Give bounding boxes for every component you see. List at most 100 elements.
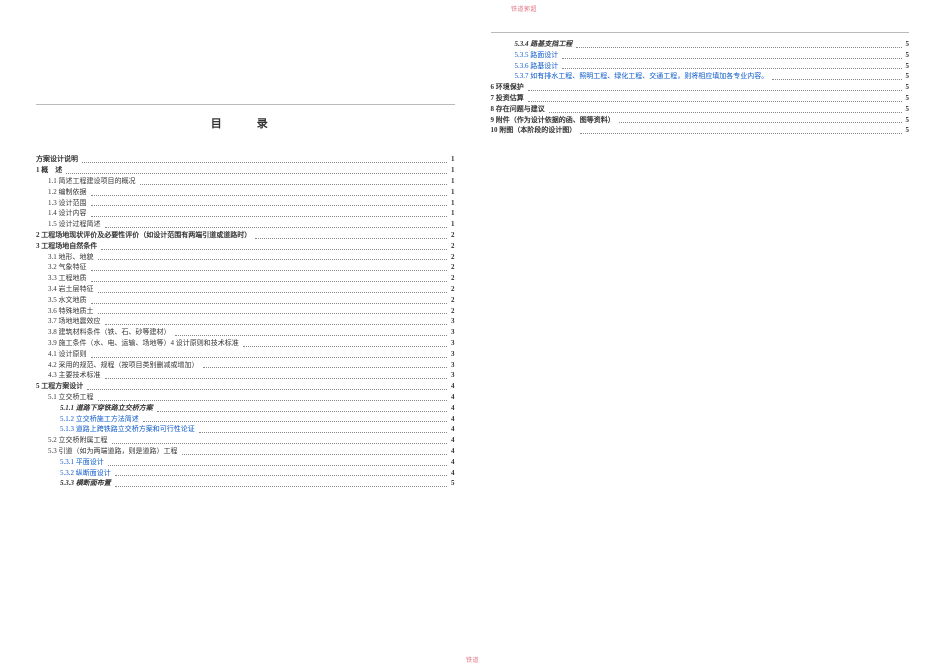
toc-entry: 1.5 设计过程简述 1 <box>36 220 455 230</box>
toc-entry: 5.1.1 道路下穿铁路立交桥方案 4 <box>36 404 455 414</box>
toc-leader-dots <box>91 281 448 282</box>
toc-entry: 1.4 设计内容1 <box>36 209 455 219</box>
toc-entry-page: 1 <box>449 177 455 187</box>
toc-entry: 3.3 工程地质2 <box>36 274 455 284</box>
toc-leader-dots <box>105 227 448 228</box>
toc-entry-label: 5.3.5 路面设计 <box>515 51 559 61</box>
toc-leader-dots <box>528 90 902 91</box>
toc-entry: 5.3.3 横断面布置5 <box>36 479 455 489</box>
toc-entry-page: 2 <box>449 285 455 295</box>
toc-entry: 5 工程方案设计4 <box>36 382 455 392</box>
toc-entry-page: 1 <box>449 199 455 209</box>
toc-entry-page: 2 <box>449 242 455 252</box>
toc-entry: 6 环境保护5 <box>491 83 910 93</box>
toc-entry: 5.1.2 立交桥施工方法简述4 <box>36 415 455 425</box>
toc-entry-page: 2 <box>449 253 455 263</box>
toc-entry-page: 3 <box>449 371 455 381</box>
toc-leader-dots <box>87 389 447 390</box>
toc-leader-dots <box>157 411 447 412</box>
toc-leader-dots <box>580 133 901 134</box>
toc-entry-label: 4.3 主要技术标准 <box>48 371 101 381</box>
toc-leader-dots <box>115 486 447 487</box>
toc-entry-label: 5.1.3 道路上跨铁路立交桥方案和可行性论证 <box>60 425 195 435</box>
toc-entry: 1 概 述1 <box>36 166 455 176</box>
toc-entry-label: 2 工程场地现状评价及必要性评价（如设计范围有两端引道或道路时） <box>36 231 251 241</box>
toc-entry-label: 7 投资估算 <box>491 94 524 104</box>
toc-entry-page: 1 <box>449 220 455 230</box>
toc-leader-dots <box>562 58 901 59</box>
toc-entry-label: 1.1 简述工程建设项目的概况 <box>48 177 136 187</box>
toc-leader-dots <box>91 270 448 271</box>
toc-column-left: 目 录 方案设计说明11 概 述11.1 简述工程建设项目的概况11.2 编制依… <box>36 28 455 649</box>
toc-leader-dots <box>98 313 448 314</box>
toc-leader-dots <box>98 400 448 401</box>
toc-entry-label: 3.4 岩土层特征 <box>48 285 94 295</box>
toc-entry-label: 1.2 编制依据 <box>48 188 87 198</box>
toc-entry: 4.1 设计原则3 <box>36 350 455 360</box>
toc-entry: 5.3.5 路面设计5 <box>491 51 910 61</box>
toc-entry: 5.3.4 路基支挡工程5 <box>491 40 910 50</box>
toc-entry-label: 5.3.4 路基支挡工程 <box>515 40 573 50</box>
toc-entry-label: 5.3.3 横断面布置 <box>60 479 111 489</box>
toc-entry-page: 4 <box>449 393 455 403</box>
toc-column-right: 5.3.4 路基支挡工程55.3.5 路面设计55.3.6 路基设计55.3.7… <box>491 28 910 649</box>
toc-leader-dots <box>101 249 447 250</box>
toc-entry-page: 5 <box>904 116 910 126</box>
toc-entry: 5.3.6 路基设计 5 <box>491 62 910 72</box>
toc-leader-dots <box>549 112 902 113</box>
toc-entry-label: 9 附件（作为设计依据的函、图等资料） <box>491 116 615 126</box>
toc-entry-page: 5 <box>904 126 910 136</box>
toc-entry-label: 5.3.6 路基设计 <box>515 62 559 72</box>
toc-entry-page: 3 <box>449 350 455 360</box>
watermark-top: 铁道郭超 <box>511 6 537 14</box>
toc-entry-page: 5 <box>904 62 910 72</box>
toc-entry-label: 3.5 水文地质 <box>48 296 87 306</box>
toc-leader-dots <box>182 454 448 455</box>
toc-entry-page: 3 <box>449 317 455 327</box>
toc-entry: 1.2 编制依据1 <box>36 188 455 198</box>
toc-entry-label: 3.1 地形、地貌 <box>48 253 94 263</box>
toc-entry-label: 5 工程方案设计 <box>36 382 83 392</box>
toc-entry-page: 2 <box>449 296 455 306</box>
toc-entry-page: 4 <box>449 404 455 414</box>
toc-entry-page: 5 <box>904 72 910 82</box>
toc-entry-page: 3 <box>449 361 455 371</box>
toc-entry-label: 3.8 建筑材料条件（铁、石、砂等建材） <box>48 328 171 338</box>
toc-leader-dots <box>98 292 448 293</box>
toc-entry-page: 1 <box>449 166 455 176</box>
toc-entry-label: 5.1.1 道路下穿铁路立交桥方案 <box>60 404 153 414</box>
toc-entry: 3 工程场地自然条件2 <box>36 242 455 252</box>
toc-entry: 5.3 引道（如为两端道路，则是道路）工程4 <box>36 447 455 457</box>
toc-entry: 7 投资估算 5 <box>491 94 910 104</box>
toc-entry: 3.9 施工条件（水、电、运输、场地等）4 设计原则和技术标准3 <box>36 339 455 349</box>
toc-entry-label: 8 存在问题与建议 <box>491 105 545 115</box>
toc-entry: 3.8 建筑材料条件（铁、石、砂等建材）3 <box>36 328 455 338</box>
toc-leader-dots <box>91 303 448 304</box>
toc-entry: 2 工程场地现状评价及必要性评价（如设计范围有两端引道或道路时）2 <box>36 231 455 241</box>
toc-entry-page: 5 <box>904 83 910 93</box>
toc-entry-page: 5 <box>904 94 910 104</box>
toc-leader-dots <box>91 357 448 358</box>
toc-entry: 5.3.7 如有排水工程、照明工程、绿化工程、交通工程，则将相应填加各专业内容。… <box>491 72 910 82</box>
toc-entry: 4.3 主要技术标准 3 <box>36 371 455 381</box>
toc-leader-dots <box>562 68 901 69</box>
toc-list-left: 方案设计说明11 概 述11.1 简述工程建设项目的概况11.2 编制依据11.… <box>36 154 455 490</box>
toc-entry-page: 4 <box>449 458 455 468</box>
toc-entry-label: 1.5 设计过程简述 <box>48 220 101 230</box>
toc-leader-dots <box>98 259 448 260</box>
toc-entry-label: 10 附图（本阶段的设计图） <box>491 126 577 136</box>
toc-entry-label: 3.3 工程地质 <box>48 274 87 284</box>
toc-leader-dots <box>108 465 447 466</box>
toc-leader-dots <box>576 47 901 48</box>
toc-entry-label: 4.2 采用的规范、规程（按项目类别删减或增加） <box>48 361 199 371</box>
toc-entry-label: 5.1 立交桥工程 <box>48 393 94 403</box>
toc-leader-dots <box>91 216 448 217</box>
two-column-layout: 目 录 方案设计说明11 概 述11.1 简述工程建设项目的概况11.2 编制依… <box>36 28 909 649</box>
toc-entry-label: 5.3.1 平面设计 <box>60 458 104 468</box>
toc-entry: 5.1.3 道路上跨铁路立交桥方案和可行性论证4 <box>36 425 455 435</box>
toc-leader-dots <box>143 421 447 422</box>
column-rule <box>36 104 455 105</box>
toc-leader-dots <box>91 205 448 206</box>
toc-entry-page: 3 <box>449 339 455 349</box>
toc-entry-label: 1.4 设计内容 <box>48 209 87 219</box>
